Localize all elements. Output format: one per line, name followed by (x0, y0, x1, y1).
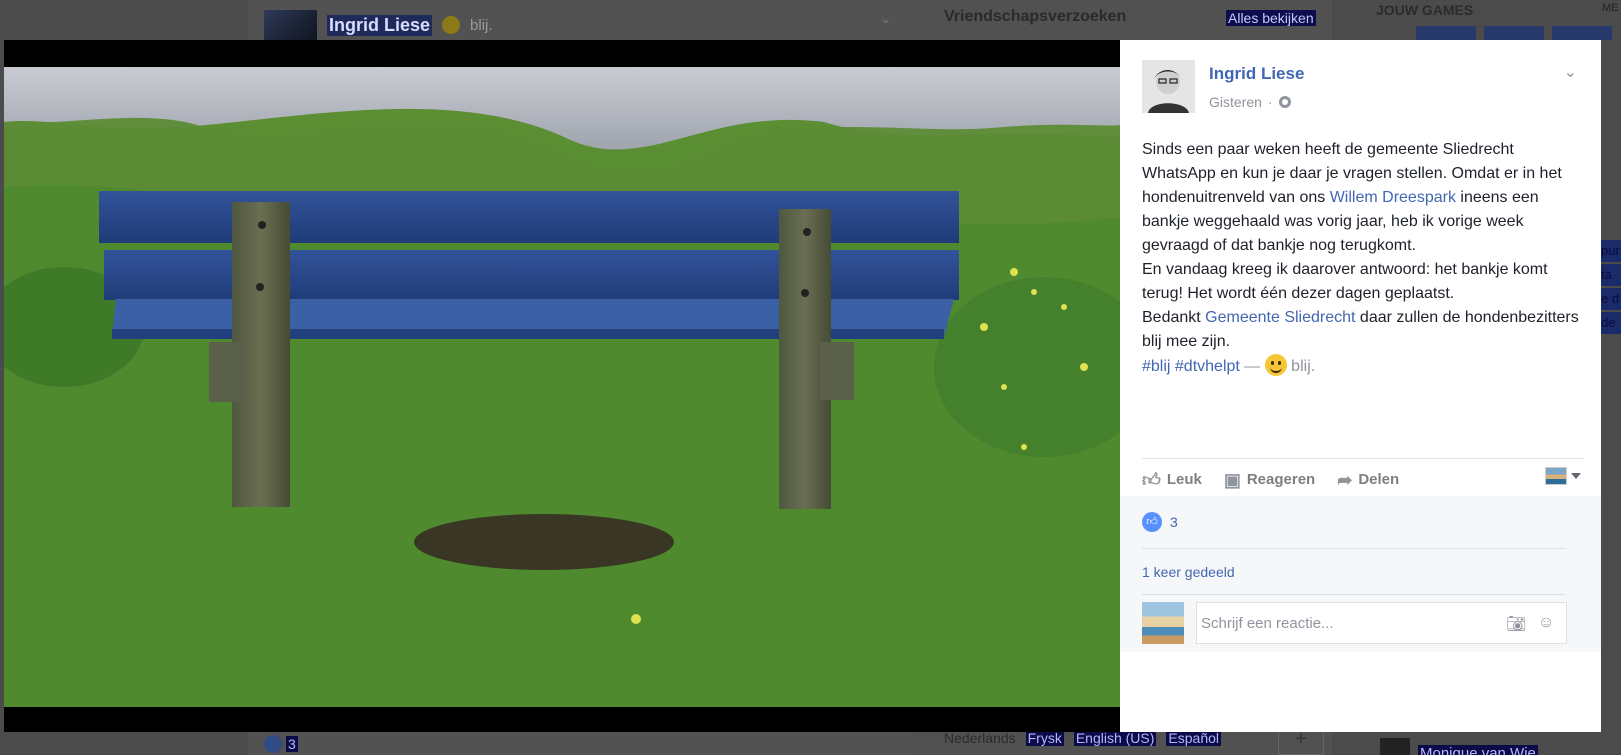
post-action-bar: 👍︎ Leuk ▣ Reageren ➦ Delen (1142, 458, 1585, 496)
see-all-link: Alles bekijken (1226, 10, 1316, 26)
shares-count-link[interactable]: 1 keer gedeeld (1142, 564, 1235, 580)
chevron-down-icon: ⌄ (880, 10, 892, 26)
background-contact: Monique van Wie (1380, 738, 1538, 755)
background-likes-count: 3 (286, 736, 298, 752)
post-author-block: Ingrid Liese Gisteren · (1142, 60, 1304, 113)
like-button[interactable]: 👍︎ Leuk (1142, 471, 1202, 489)
caret-down-icon (1571, 473, 1581, 479)
avatar (1142, 602, 1184, 644)
page-thumbnail-icon (1545, 467, 1567, 485)
comment-composer: 📷︎ ☺ (1142, 602, 1567, 644)
language-list: Nederlands Frysk English (US) Español (944, 730, 1222, 746)
bench-photo-image (4, 67, 1120, 707)
like-badge-icon (264, 735, 282, 753)
tagged-place-link[interactable]: Willem Dreespark (1330, 189, 1456, 206)
post-meta: Gisteren · (1209, 94, 1304, 110)
post-text-part: En vandaag kreeg ik daarover antwoord: h… (1142, 261, 1548, 302)
smiley-icon (1264, 354, 1287, 376)
smiley-icon (442, 16, 461, 34)
games-more-label: ME (1602, 2, 1619, 14)
language-item: English (US) (1073, 730, 1157, 746)
author-avatar-image (1142, 60, 1195, 113)
edge-snippet: e d (1600, 288, 1621, 310)
meta-separator: · (1267, 94, 1273, 110)
audience-selector[interactable] (1545, 467, 1581, 485)
avatar[interactable] (1142, 60, 1195, 113)
edge-snippet: ta (1600, 264, 1621, 286)
game-tile (1416, 26, 1476, 40)
edge-snippet: pur (1600, 240, 1621, 262)
tagged-page-link[interactable]: Gemeente Sliedrecht (1205, 309, 1355, 326)
share-arrow-icon: ➦ (1337, 469, 1353, 490)
avatar (1380, 738, 1410, 755)
background-likes: 3 (264, 735, 298, 753)
game-tiles (1416, 26, 1612, 40)
feeling-label: blij. (1286, 358, 1316, 375)
language-item: Nederlands (944, 730, 1016, 746)
like-badge-icon: 👍︎ (1142, 512, 1162, 532)
background-post-author: Ingrid Liese (327, 14, 433, 36)
post-photo[interactable] (4, 67, 1120, 707)
hashtags-link[interactable]: #blij #dtvhelpt (1142, 358, 1240, 375)
engagement-section: 👍︎ 3 1 keer gedeeld 📷︎ ☺ (1120, 496, 1601, 652)
post-details-panel: Ingrid Liese Gisteren · ⌄ Sinds een paar… (1120, 40, 1601, 732)
comment-bubble-icon: ▣ (1223, 469, 1241, 490)
thumbs-up-icon: 👍︎ (1142, 469, 1161, 490)
language-item: Frysk (1025, 730, 1064, 746)
language-item: Español (1166, 730, 1222, 746)
divider (1142, 548, 1565, 549)
background-post-thumbnail (264, 10, 317, 40)
comment-input[interactable] (1201, 614, 1496, 632)
comment-label: Reageren (1246, 471, 1316, 488)
games-title: JOUW GAMES (1376, 2, 1474, 18)
photo-stage[interactable] (4, 40, 1120, 732)
background-post-header: Ingrid Liese blij. (264, 8, 493, 42)
friend-requests-title: Vriendschapsverzoeken (944, 8, 1127, 25)
like-label: Leuk (1166, 471, 1202, 488)
smiley-icon[interactable]: ☺ (1536, 614, 1556, 632)
post-options-chevron-icon[interactable]: ⌄ (1564, 62, 1577, 82)
globe-icon[interactable] (1278, 96, 1291, 108)
comment-button[interactable]: ▣ Reageren (1224, 471, 1315, 489)
background-edge-snippets: pur ta e d de (1600, 240, 1621, 336)
camera-icon[interactable]: 📷︎ (1506, 614, 1526, 633)
comment-box[interactable]: 📷︎ ☺ (1196, 602, 1567, 644)
contact-name: Monique van Wie (1418, 744, 1538, 755)
game-tile (1484, 26, 1544, 40)
divider (1142, 594, 1565, 595)
post-text-part: Bedankt (1142, 309, 1206, 326)
game-tile (1552, 26, 1612, 40)
share-label: Delen (1358, 471, 1400, 488)
edge-snippet: de (1600, 312, 1621, 334)
post-timestamp[interactable]: Gisteren (1209, 94, 1262, 110)
background-post-feeling: blij. (470, 16, 493, 34)
feeling-dash: — (1239, 358, 1265, 375)
photo-lightbox: Ingrid Liese Gisteren · ⌄ Sinds een paar… (4, 40, 1601, 732)
likes-count: 3 (1170, 514, 1178, 530)
share-button[interactable]: ➦ Delen (1337, 471, 1399, 489)
post-message: Sinds een paar weken heeft de gemeente S… (1142, 138, 1587, 379)
post-author-name[interactable]: Ingrid Liese (1209, 64, 1304, 84)
likes-summary[interactable]: 👍︎ 3 (1142, 512, 1178, 532)
